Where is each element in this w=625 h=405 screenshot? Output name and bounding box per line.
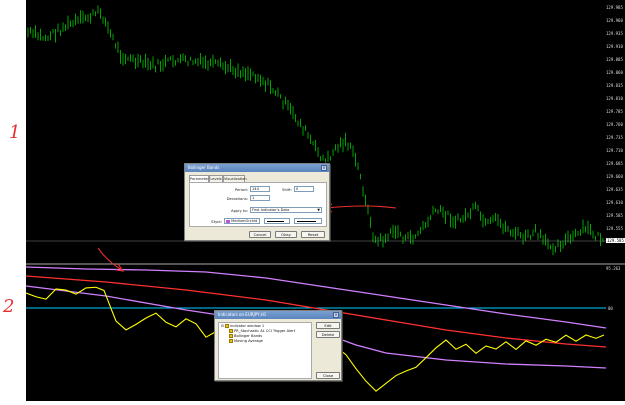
okay-button[interactable]: Okay	[275, 231, 297, 238]
style-color-name: MediumOrchid	[231, 219, 258, 223]
tree-item-label: Bollinger Bands	[234, 334, 263, 338]
deviations-field[interactable]: 1	[250, 195, 270, 201]
price-axis-label: 129.555	[606, 226, 623, 231]
indicator-axis-top-label: 95.263	[606, 266, 621, 271]
close-button[interactable]: Close	[316, 372, 340, 379]
price-axis-label: 129.735	[606, 135, 623, 140]
apply-to-select[interactable]: First Indicator's Data ▼	[250, 207, 322, 213]
tree-item-label: Moving Average	[234, 339, 263, 343]
edit-button[interactable]: Edit	[316, 322, 340, 329]
collapse-icon[interactable]: ⊟	[221, 324, 224, 328]
annotation-label-1: 1	[9, 122, 21, 143]
screenshot: 1 2 129.985 129.960 129.935 129.910 129.…	[0, 0, 625, 405]
price-axis-label: 129.610	[606, 200, 623, 205]
apply-to-value: First Indicator's Data	[252, 208, 290, 212]
indicator-icon	[229, 339, 233, 343]
indicator-tree[interactable]: ⊟ Indicator window 1 PR_Stochastic AL CC…	[218, 322, 312, 379]
style-color-select[interactable]: MediumOrchid	[224, 218, 260, 224]
price-axis-label: 129.785	[606, 109, 623, 114]
tab-levels[interactable]: Levels	[209, 175, 223, 182]
tree-item-label: PR_Stochastic AL CCI Trigger Alert	[234, 329, 296, 333]
delete-button[interactable]: Delete	[316, 331, 340, 338]
indicator-icon	[229, 329, 233, 333]
line-width-preview	[297, 221, 316, 222]
dialog-title: Indicators on EURJPY,H1	[218, 312, 267, 317]
period-label: Period:	[234, 187, 248, 192]
cancel-button[interactable]: Cancel	[249, 231, 271, 238]
price-axis-label: 129.985	[606, 5, 623, 10]
dialog-title-bar[interactable]: Indicators on EURJPY,H1 ×	[215, 311, 341, 319]
tab-visualization[interactable]: Visualization	[223, 175, 247, 182]
price-axis-label: 129.910	[606, 44, 623, 49]
price-axis-label: 129.760	[606, 122, 623, 127]
tree-item-moving-average[interactable]: Moving Average	[229, 339, 263, 344]
color-swatch	[226, 219, 230, 223]
apply-to-label: Apply to:	[230, 208, 248, 213]
price-axis-label: 129.835	[606, 83, 623, 88]
chevron-down-icon: ▼	[317, 208, 320, 212]
parameters-panel: Period: 144 Shift: 0 Deviations: 1 Apply…	[189, 182, 327, 227]
price-axis-label: 129.585	[606, 213, 623, 218]
indicators-dialog: Indicators on EURJPY,H1 × ⊟ Indicator wi…	[214, 310, 342, 381]
tab-strip: Parameters Levels Visualization	[189, 175, 329, 182]
shift-field[interactable]: 0	[294, 186, 314, 192]
dialog-title: Bollinger Bands	[188, 165, 220, 170]
reset-button[interactable]: Reset	[301, 231, 325, 238]
price-axis-label: 129.685	[606, 161, 623, 166]
folder-icon	[225, 324, 230, 328]
price-axis-label: 129.810	[606, 96, 623, 101]
bollinger-bands-dialog: Bollinger Bands × Parameters Levels Visu…	[184, 163, 330, 241]
level-80-label: 80	[608, 306, 613, 311]
price-axis-label: 129.660	[606, 174, 623, 179]
line-style-preview	[267, 221, 284, 222]
shift-label: Shift:	[282, 187, 292, 192]
style-label: Style:	[211, 219, 222, 224]
tab-parameters[interactable]: Parameters	[189, 175, 211, 182]
deviations-label: Deviations:	[226, 196, 248, 201]
price-axis-label: 129.635	[606, 187, 623, 192]
price-axis-label: 129.885	[606, 57, 623, 62]
price-axis-label: 129.710	[606, 148, 623, 153]
line-width-select[interactable]	[294, 218, 322, 224]
price-axis-label: 129.860	[606, 70, 623, 75]
annotation-label-2: 2	[3, 296, 15, 317]
close-icon[interactable]: ×	[321, 165, 327, 171]
price-axis-label: 129.960	[606, 18, 623, 23]
period-field[interactable]: 144	[250, 186, 270, 192]
price-axis-label: 129.935	[606, 31, 623, 36]
line-style-select[interactable]	[264, 218, 290, 224]
tree-root-label: Indicator window 1	[230, 324, 265, 328]
close-icon[interactable]: ×	[333, 312, 339, 318]
current-price-label: 129.585	[606, 238, 625, 243]
dialog-title-bar[interactable]: Bollinger Bands ×	[185, 164, 329, 172]
indicator-icon	[229, 334, 233, 338]
